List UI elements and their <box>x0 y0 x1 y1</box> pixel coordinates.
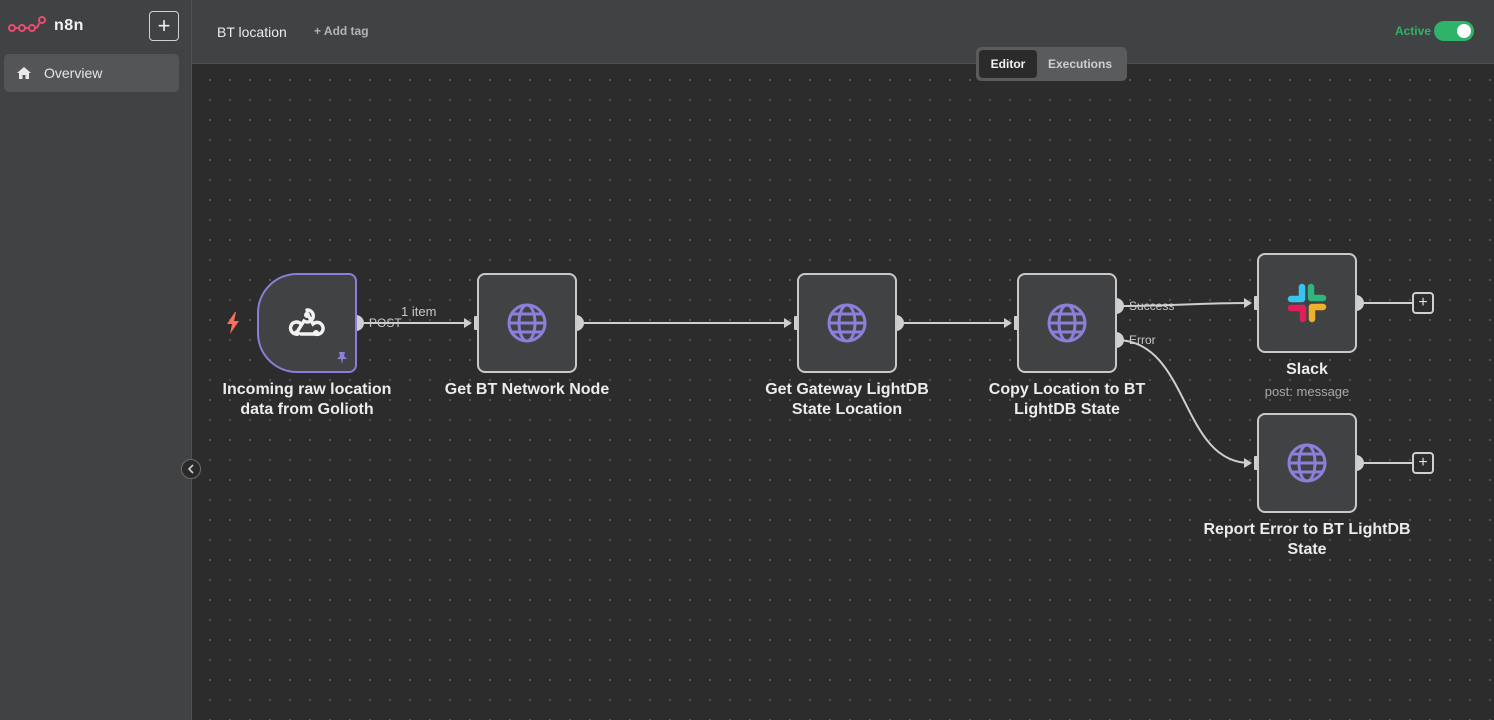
active-toggle[interactable] <box>1434 21 1474 41</box>
node-get-network-node[interactable] <box>477 273 577 373</box>
webhook-icon <box>288 308 325 337</box>
add-tag-button[interactable]: + Add tag <box>314 24 369 38</box>
header: BT location + Add tag Active <box>192 0 1494 64</box>
plus-icon: + <box>157 13 171 38</box>
sidebar-item-overview[interactable]: Overview <box>4 54 179 92</box>
tab-executions[interactable]: Executions <box>1037 50 1123 78</box>
brand-name: n8n <box>54 17 84 34</box>
app-root: n8n + Overview BT location + Add tag Act… <box>0 0 1494 720</box>
node-label-slack: Slack <box>1286 361 1328 378</box>
sidebar: n8n + Overview <box>0 0 192 720</box>
globe-icon <box>1287 443 1327 483</box>
slack-icon <box>1287 283 1327 323</box>
node-label-get-network-node: Get BT Network Node <box>444 381 610 398</box>
tab-editor[interactable]: Editor <box>979 50 1037 78</box>
globe-icon <box>507 303 547 343</box>
workflow-name[interactable]: BT location <box>217 24 287 40</box>
plus-icon: + <box>1418 454 1428 471</box>
toggle-knob <box>1457 24 1471 38</box>
node-sublabel-slack: post: message <box>1264 384 1350 399</box>
logo[interactable]: n8n <box>8 14 84 38</box>
view-tabs: Editor Executions <box>976 47 1127 81</box>
node-label-copy-location: Copy Location to BT LightDB State <box>988 381 1146 418</box>
plus-icon: + <box>1418 294 1428 311</box>
node-report-error[interactable] <box>1257 413 1357 513</box>
edge-label-items: 1 item <box>401 304 437 319</box>
new-workflow-button[interactable]: + <box>149 11 179 41</box>
sidebar-item-label: Overview <box>44 65 103 81</box>
home-icon <box>17 67 31 79</box>
active-label: Active <box>1394 24 1431 38</box>
collapse-sidebar-button[interactable] <box>181 459 201 479</box>
add-node-after-slack-button[interactable]: + <box>1412 292 1434 314</box>
trigger-bolt-icon <box>227 312 239 334</box>
node-label-get-gateway: Get Gateway LightDB State Location <box>765 381 929 418</box>
node-label-report-error: Report Error to BT LightDB State <box>1203 521 1411 558</box>
add-node-after-error-button[interactable]: + <box>1412 452 1434 474</box>
node-label-webhook: Incoming raw location data from Golioth <box>222 381 392 418</box>
edge-label-error: Error <box>1129 333 1156 347</box>
node-get-gateway[interactable] <box>797 273 897 373</box>
node-webhook[interactable] <box>257 273 357 373</box>
node-slack[interactable] <box>1257 253 1357 353</box>
pin-icon <box>337 352 347 364</box>
n8n-logo-icon <box>8 16 46 32</box>
edge-label-success: Success <box>1129 299 1175 313</box>
node-copy-location[interactable] <box>1017 273 1117 373</box>
chevron-left-icon <box>187 464 194 474</box>
edge-label-post: POST <box>369 316 402 330</box>
globe-icon <box>1047 303 1087 343</box>
globe-icon <box>827 303 867 343</box>
